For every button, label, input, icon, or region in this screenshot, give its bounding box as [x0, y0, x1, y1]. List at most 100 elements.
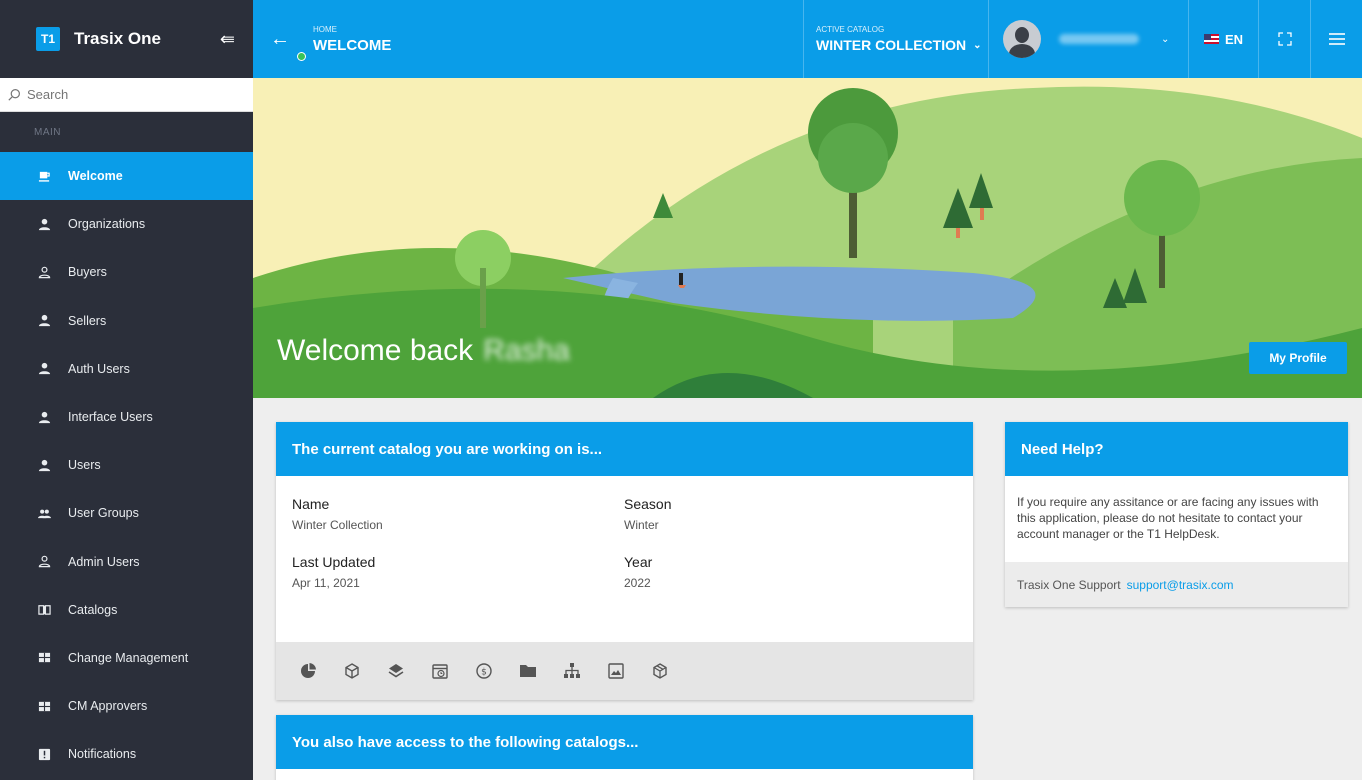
user-icon: [37, 458, 51, 472]
welcome-banner: Welcome back Rasha My Profile: [253, 78, 1362, 398]
breadcrumb-parent[interactable]: HOME: [313, 25, 803, 34]
support-label: Trasix One Support: [1017, 577, 1121, 592]
sidebar-item-users[interactable]: Users: [0, 441, 253, 489]
sidebar-item-change-management[interactable]: Change Management: [0, 634, 253, 682]
user-outline-icon: [37, 265, 51, 279]
sidebar-item-cm-approvers[interactable]: CM Approvers: [0, 682, 253, 730]
catalog-details: Name Winter Collection Season Winter Las…: [276, 476, 973, 590]
sidebar-item-buyers[interactable]: Buyers: [0, 248, 253, 296]
box-icon[interactable]: [649, 661, 670, 682]
sidebar-item-auth-users[interactable]: Auth Users: [0, 345, 253, 393]
online-status-dot: [297, 52, 306, 61]
folder-icon[interactable]: [517, 661, 538, 682]
collapse-sidebar-button[interactable]: ⇚: [220, 29, 235, 50]
fullscreen-button[interactable]: [1258, 0, 1310, 78]
card-title: You also have access to the following ca…: [276, 715, 973, 769]
chevron-down-icon: ⌄: [1161, 33, 1170, 45]
grid-icon: [37, 651, 51, 665]
user-icon: [37, 362, 51, 376]
support-contact: Trasix One Support support@trasix.com: [1005, 562, 1348, 607]
accessible-catalogs-card: You also have access to the following ca…: [276, 715, 973, 780]
card-title: Need Help?: [1005, 422, 1348, 476]
support-email-link[interactable]: support@trasix.com: [1127, 578, 1234, 592]
active-catalog-select[interactable]: ACTIVE CATALOG WINTER COLLECTION ⌄: [803, 0, 988, 78]
section-label-main: MAIN: [34, 126, 61, 138]
sidebar-item-user-groups[interactable]: User Groups: [0, 489, 253, 537]
page-title: WELCOME: [313, 36, 392, 54]
us-flag-icon: [1203, 34, 1219, 44]
search-input[interactable]: [27, 87, 227, 102]
user-name-redacted: [1059, 34, 1139, 44]
my-profile-button[interactable]: My Profile: [1249, 342, 1347, 374]
user-icon: [37, 314, 51, 328]
cube-icon[interactable]: [341, 661, 362, 682]
search-icon: [8, 89, 20, 101]
need-help-card: Need Help? If you require any assitance …: [1005, 422, 1348, 607]
users-icon: [37, 506, 51, 520]
sidebar-item-label: Admin Users: [68, 554, 140, 569]
name-label: Name: [292, 496, 330, 512]
coffee-icon: [37, 169, 51, 183]
user-first-name: Rasha: [483, 334, 570, 367]
help-text: If you require any assitance or are faci…: [1017, 495, 1319, 541]
user-menu[interactable]: ⌄: [297, 0, 1188, 78]
sidebar-item-label: Sellers: [68, 313, 107, 328]
active-catalog-label: ACTIVE CATALOG: [816, 25, 885, 34]
sidebar-item-label: CM Approvers: [68, 699, 148, 714]
grid-icon: [37, 699, 51, 713]
dollar-icon[interactable]: $: [473, 661, 494, 682]
welcome-text: Welcome back: [277, 334, 474, 367]
year-label: Year: [624, 554, 653, 570]
calendar-clock-icon[interactable]: [429, 661, 450, 682]
menu-button[interactable]: [1310, 0, 1362, 78]
alert-icon: [37, 747, 51, 761]
language-code: EN: [1224, 31, 1244, 47]
sidebar-item-label: Change Management: [68, 650, 189, 665]
active-catalog-value: WINTER COLLECTION: [816, 37, 967, 53]
current-catalog-card: The current catalog you are working on i…: [276, 422, 973, 700]
sidebar-item-label: Notifications: [68, 747, 137, 762]
user-outline-icon: [37, 555, 51, 569]
sidebar-item-label: Users: [68, 458, 101, 473]
sidebar-item-welcome[interactable]: Welcome: [0, 152, 253, 201]
sidebar-item-admin-users[interactable]: Admin Users: [0, 538, 253, 586]
sitemap-icon[interactable]: [561, 661, 582, 682]
sidebar-item-interface-users[interactable]: Interface Users: [0, 393, 253, 441]
user-icon: [37, 217, 51, 231]
sidebar-item-notifications[interactable]: Notifications: [0, 730, 253, 778]
name-value: Winter Collection: [292, 518, 383, 532]
last-updated-value: Apr 11, 2021: [292, 576, 360, 590]
year-value: 2022: [624, 576, 651, 590]
sidebar-item-sellers[interactable]: Sellers: [0, 297, 253, 345]
catalog-toolbar: $: [276, 642, 973, 700]
fullscreen-icon: [1277, 32, 1292, 46]
avatar: [1003, 20, 1041, 58]
sidebar-item-organizations[interactable]: Organizations: [0, 200, 253, 248]
layers-icon[interactable]: [385, 661, 406, 682]
app-logo: T1: [36, 27, 60, 51]
card-title: The current catalog you are working on i…: [276, 422, 973, 476]
chevron-down-icon: ⌄: [973, 39, 982, 51]
season-label: Season: [624, 496, 672, 512]
welcome-heading: Welcome back Rasha: [277, 334, 570, 368]
user-icon: [37, 410, 51, 424]
brand-bar: T1 Trasix One ⇚: [0, 0, 253, 78]
breadcrumb: HOME WELCOME: [307, 0, 803, 78]
back-arrow-icon[interactable]: ←: [253, 0, 307, 78]
pie-chart-icon[interactable]: [297, 661, 318, 682]
sidebar-item-label: Auth Users: [68, 361, 130, 376]
sidebar-item-label: Welcome: [68, 169, 123, 184]
sidebar-search: [0, 78, 253, 112]
language-selector[interactable]: EN: [1188, 0, 1258, 78]
svg-text:$: $: [481, 668, 487, 678]
sidebar-item-label: Buyers: [68, 265, 107, 280]
image-icon[interactable]: [605, 661, 626, 682]
book-icon: [37, 603, 51, 617]
app-name: Trasix One: [74, 29, 161, 48]
sidebar-item-label: Organizations: [68, 217, 146, 232]
sidebar-item-catalogs[interactable]: Catalogs: [0, 586, 253, 634]
last-updated-label: Last Updated: [292, 554, 376, 570]
sidebar-item-label: User Groups: [68, 506, 139, 521]
sidebar-item-label: Catalogs: [68, 602, 118, 617]
top-bar: ← HOME WELCOME ACTIVE CATALOG WINTER COL…: [253, 0, 1362, 78]
